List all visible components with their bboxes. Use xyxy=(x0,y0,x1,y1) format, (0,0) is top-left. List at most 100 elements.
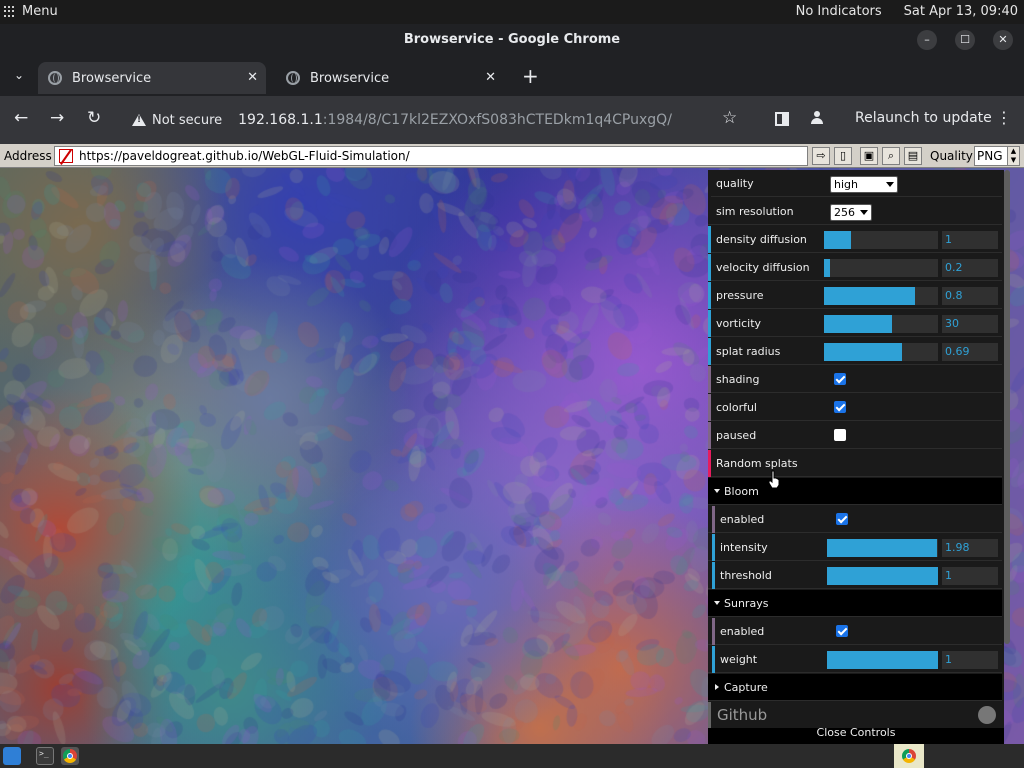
sunrays-weight-input[interactable]: 1 xyxy=(942,651,998,669)
sunrays-weight-slider[interactable] xyxy=(827,651,938,669)
control-splat-radius: splat radius 0.69 xyxy=(708,338,1002,365)
tab-browservice-2[interactable]: Browservice ✕ xyxy=(276,62,504,94)
chrome-logo-icon xyxy=(902,749,916,763)
find-binoculars-icon[interactable]: ⌕ xyxy=(882,147,900,165)
reload-button[interactable]: ↻ xyxy=(87,108,101,128)
side-panel-icon[interactable] xyxy=(775,112,789,126)
vorticity-slider[interactable] xyxy=(824,315,938,333)
github-icon xyxy=(978,706,996,724)
control-velocity-diffusion: velocity diffusion 0.2 xyxy=(708,254,1002,281)
bookmark-icon[interactable]: ▯ xyxy=(834,147,852,165)
dropdown-caret-icon xyxy=(860,210,868,215)
tab-title: Browservice xyxy=(72,70,152,86)
folder-label: Bloom xyxy=(724,485,759,498)
tab-browservice-1[interactable]: Browservice ✕ xyxy=(38,62,266,94)
random-splats-button[interactable]: Random splats xyxy=(708,450,1002,477)
control-label: Random splats xyxy=(716,457,798,470)
splat-radius-slider[interactable] xyxy=(824,343,938,361)
tab-close-icon[interactable]: ✕ xyxy=(485,70,496,85)
folder-label: Sunrays xyxy=(724,597,769,610)
bloom-threshold-slider[interactable] xyxy=(827,567,938,585)
quality-spinner-icon[interactable]: ▲ ▼ xyxy=(1007,147,1019,165)
back-button[interactable]: ← xyxy=(14,108,28,128)
chrome-launcher-icon[interactable] xyxy=(61,747,79,765)
colorful-checkbox[interactable] xyxy=(834,401,846,413)
control-sim-resolution: sim resolution 256 xyxy=(708,198,1002,225)
bookmark-star-icon[interactable]: ☆ xyxy=(722,108,737,128)
control-shading: shading xyxy=(708,366,1002,393)
bloom-threshold-input[interactable]: 1 xyxy=(942,567,998,585)
terminal-icon[interactable] xyxy=(36,747,54,765)
globe-icon xyxy=(48,71,62,85)
omnibox[interactable]: Not secure 192.168.1.1:1984/8/C17kl2EZXO… xyxy=(122,104,758,136)
control-colorful: colorful xyxy=(708,394,1002,421)
control-sunrays-weight: weight 1 xyxy=(708,646,1002,673)
sim-resolution-select[interactable]: 256 xyxy=(830,204,872,221)
close-window-button[interactable]: ✕ xyxy=(993,30,1013,50)
sunrays-enabled-checkbox[interactable] xyxy=(836,625,848,637)
maximize-button[interactable]: ☐ xyxy=(955,30,975,50)
tab-search-chevron-icon[interactable]: ⌄ xyxy=(14,68,24,82)
bloom-intensity-slider[interactable] xyxy=(827,539,938,557)
relaunch-to-update-button[interactable]: Relaunch to update xyxy=(855,110,992,126)
url-host: 192.168.1.1 xyxy=(238,112,323,128)
controls-scrollbar[interactable] xyxy=(1004,170,1010,644)
system-clock[interactable]: Sat Apr 13, 09:40 xyxy=(904,4,1018,19)
github-label: Github xyxy=(717,706,768,724)
control-density-diffusion: density diffusion 1 xyxy=(708,226,1002,253)
bloom-intensity-input[interactable]: 1.98 xyxy=(942,539,998,557)
quality-label: Quality xyxy=(930,149,973,163)
control-label: quality xyxy=(716,177,754,190)
url-path: :1984/8/C17kl2EZXOxfS083hCTEDkm1q4CPuxgQ… xyxy=(322,112,672,128)
control-label: paused xyxy=(716,429,757,442)
save-icon[interactable]: ▣ xyxy=(860,147,878,165)
pressure-input[interactable]: 0.8 xyxy=(942,287,998,305)
velocity-diffusion-slider[interactable] xyxy=(824,259,938,277)
folder-sunrays[interactable]: Sunrays xyxy=(708,590,1002,617)
quality-selector[interactable]: PNG ▲ ▼ xyxy=(974,146,1020,166)
folder-open-triangle-icon xyxy=(714,601,720,605)
indicators-status[interactable]: No Indicators xyxy=(796,4,882,19)
bloom-enabled-checkbox[interactable] xyxy=(836,513,848,525)
chrome-window-taskbar-button[interactable] xyxy=(894,744,924,768)
github-link[interactable]: Github xyxy=(708,702,1002,728)
security-status[interactable]: Not secure xyxy=(152,113,222,128)
pressure-slider[interactable] xyxy=(824,287,938,305)
folder-capture[interactable]: Capture xyxy=(708,674,1002,701)
show-desktop-icon[interactable] xyxy=(3,747,21,765)
system-menu-button[interactable]: Menu xyxy=(4,4,58,19)
chrome-menu-icon[interactable]: ⋮ xyxy=(996,108,1012,127)
control-quality: quality high xyxy=(708,170,1002,197)
quality-value: PNG xyxy=(977,149,1003,163)
quality-select[interactable]: high xyxy=(830,176,898,193)
tab-close-icon[interactable]: ✕ xyxy=(247,70,258,85)
minimize-button[interactable]: – xyxy=(917,30,937,50)
density-diffusion-slider[interactable] xyxy=(824,231,938,249)
globe-icon xyxy=(286,71,300,85)
vorticity-input[interactable]: 30 xyxy=(942,315,998,333)
control-vorticity: vorticity 30 xyxy=(708,310,1002,337)
paused-checkbox[interactable] xyxy=(834,429,846,441)
profile-icon[interactable] xyxy=(809,110,825,126)
chrome-logo-icon xyxy=(63,749,77,763)
remote-url-text: https://paveldogreat.github.io/WebGL-Flu… xyxy=(79,149,410,163)
splat-radius-input[interactable]: 0.69 xyxy=(942,343,998,361)
density-diffusion-input[interactable]: 1 xyxy=(942,231,998,249)
control-label: enabled xyxy=(720,625,765,638)
velocity-diffusion-input[interactable]: 0.2 xyxy=(942,259,998,277)
control-label: velocity diffusion xyxy=(716,261,810,274)
remote-url-input[interactable]: https://paveldogreat.github.io/WebGL-Flu… xyxy=(54,146,808,166)
shading-checkbox[interactable] xyxy=(834,373,846,385)
close-controls-button[interactable]: Close Controls xyxy=(708,727,1004,744)
folder-bloom[interactable]: Bloom xyxy=(708,478,1002,505)
warning-icon[interactable] xyxy=(132,114,146,126)
clipboard-icon[interactable]: ▤ xyxy=(904,147,922,165)
go-arrow-icon[interactable]: ⇨ xyxy=(812,147,830,165)
forward-button[interactable]: → xyxy=(50,108,64,128)
folder-closed-triangle-icon xyxy=(715,684,719,690)
folder-open-triangle-icon xyxy=(714,489,720,493)
new-tab-button[interactable]: + xyxy=(522,64,539,88)
control-label: weight xyxy=(720,653,758,666)
browser-toolbar: ← → ↻ Not secure 192.168.1.1:1984/8/C17k… xyxy=(0,96,1024,144)
window-titlebar[interactable]: Browservice - Google Chrome – ☐ ✕ xyxy=(0,24,1024,58)
